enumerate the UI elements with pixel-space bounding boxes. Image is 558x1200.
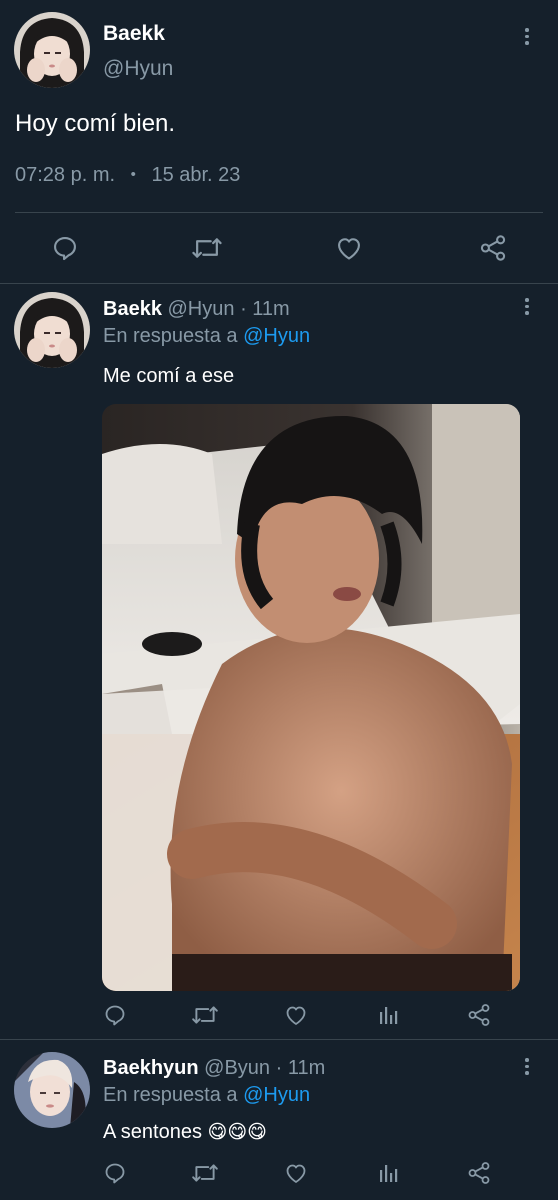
in-reply-prefix: En respuesta a: [103, 325, 238, 347]
tweet-time: 07:28 p. m.: [15, 164, 116, 186]
like-icon[interactable]: [334, 233, 364, 263]
emoji-savoring: 😋😋😋: [207, 1122, 267, 1143]
avatar[interactable]: [14, 292, 90, 368]
display-name[interactable]: Baekk: [103, 298, 162, 320]
retweet-icon[interactable]: [190, 1002, 220, 1028]
retweet-icon[interactable]: [190, 1160, 220, 1186]
username[interactable]: @Byun: [204, 1057, 270, 1079]
time-ago: · 11m: [240, 298, 290, 320]
avatar[interactable]: [14, 12, 90, 88]
mention-link[interactable]: @Hyun: [243, 325, 310, 347]
reply-icon[interactable]: [102, 1160, 128, 1186]
tweet-text-body: A sentones: [103, 1121, 202, 1143]
analytics-icon[interactable]: [375, 1160, 401, 1186]
tweet-text: Hoy comí bien.: [15, 110, 176, 137]
tweet-text: Me comí a ese: [103, 365, 235, 387]
time-ago: · 11m: [275, 1057, 326, 1079]
divider: [15, 212, 543, 213]
tweet-date: 15 abr. 23: [151, 164, 241, 186]
more-icon[interactable]: [524, 28, 530, 45]
share-icon[interactable]: [478, 233, 508, 263]
more-icon[interactable]: [524, 1058, 530, 1075]
reply-header: Baekhyun @Byun · 11m: [103, 1057, 325, 1080]
reply-icon[interactable]: [50, 233, 80, 263]
in-reply-to: En respuesta a @Hyun: [103, 325, 310, 348]
in-reply-prefix: En respuesta a: [103, 1084, 238, 1106]
analytics-icon[interactable]: [375, 1002, 401, 1028]
reply-icon[interactable]: [102, 1002, 128, 1028]
display-name[interactable]: Baekhyun: [103, 1057, 199, 1079]
divider: [0, 283, 558, 284]
like-icon[interactable]: [283, 1002, 309, 1028]
avatar[interactable]: [14, 1052, 90, 1128]
divider: [0, 1039, 558, 1040]
tweet-timestamp[interactable]: 07:28 p. m. • 15 abr. 23: [15, 164, 240, 187]
reply-header: Baekk @Hyun · 11m: [103, 298, 290, 321]
tweet-photo[interactable]: [102, 404, 520, 991]
more-icon[interactable]: [524, 298, 530, 315]
share-icon[interactable]: [466, 1160, 492, 1186]
meta-separator: •: [130, 166, 136, 183]
retweet-icon[interactable]: [190, 233, 224, 263]
display-name[interactable]: Baekk: [103, 22, 165, 46]
username[interactable]: @Hyun: [168, 298, 235, 320]
username[interactable]: @Hyun: [103, 57, 173, 81]
mention-link[interactable]: @Hyun: [243, 1084, 310, 1106]
tweet-text: A sentones 😋😋😋: [103, 1121, 267, 1144]
in-reply-to: En respuesta a @Hyun: [103, 1084, 310, 1107]
like-icon[interactable]: [283, 1160, 309, 1186]
share-icon[interactable]: [466, 1002, 492, 1028]
